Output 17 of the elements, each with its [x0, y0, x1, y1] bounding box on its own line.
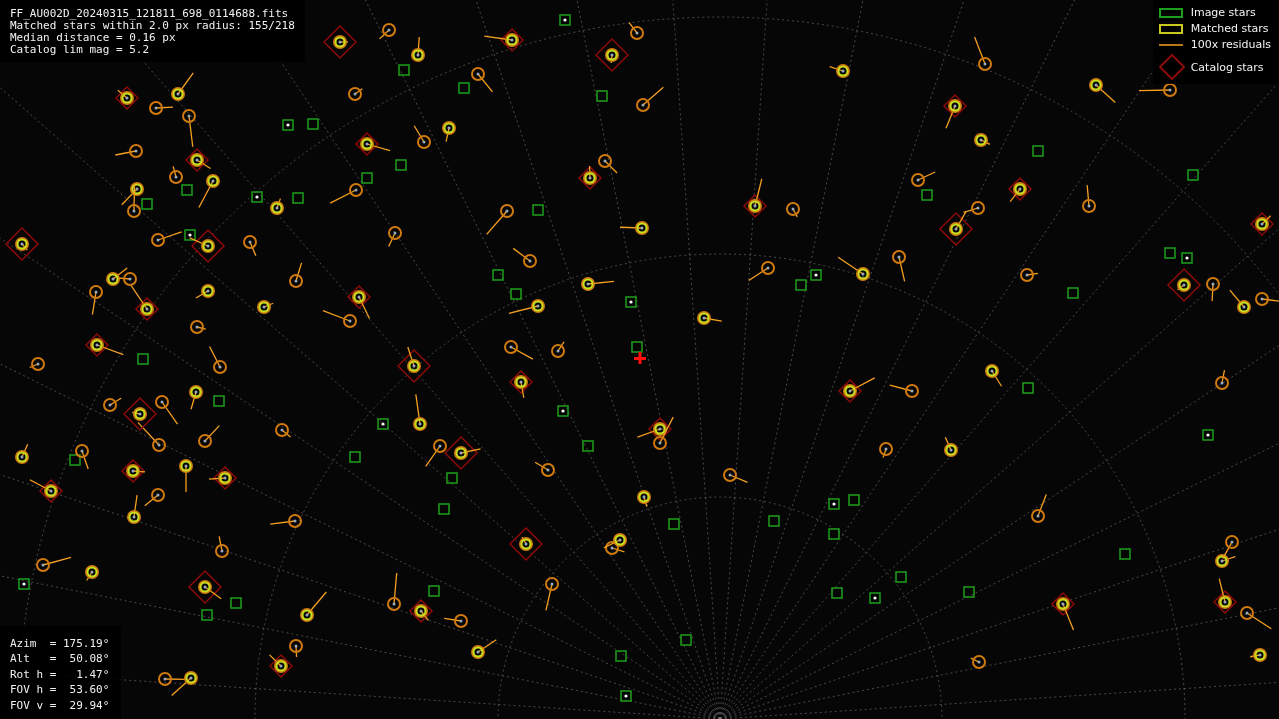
info-text: Median distance = 0.16 px: [10, 32, 177, 44]
pointing-text: Azim = 175.19°: [10, 635, 110, 651]
pointing-text: Alt = 50.08°: [10, 651, 110, 667]
legend-label: Matched stars: [1190, 22, 1270, 35]
info-text: Matched stars within 2.0 px radius: 155/218: [10, 20, 295, 32]
pointing-text: FOV v = 29.94°: [10, 697, 110, 713]
diamond-icon: [1158, 54, 1185, 80]
pointing-text: Rot h = 1.47°: [10, 666, 110, 682]
line-icon: [1158, 43, 1183, 46]
legend-label: Catalog stars: [1190, 60, 1265, 74]
pointing-text: FOV h = 53.60°: [10, 682, 110, 698]
info-text: FF_AU002D_20240315_121811_698_0114688.fits: [10, 8, 290, 20]
info-text: Catalog lim mag = 5.2: [10, 44, 151, 56]
rectangle-icon: [1158, 7, 1183, 18]
legend-label: 100x residuals: [1190, 38, 1271, 51]
legend-label: Image stars: [1190, 6, 1257, 19]
outlined-rectangle-icon: [1158, 23, 1183, 34]
